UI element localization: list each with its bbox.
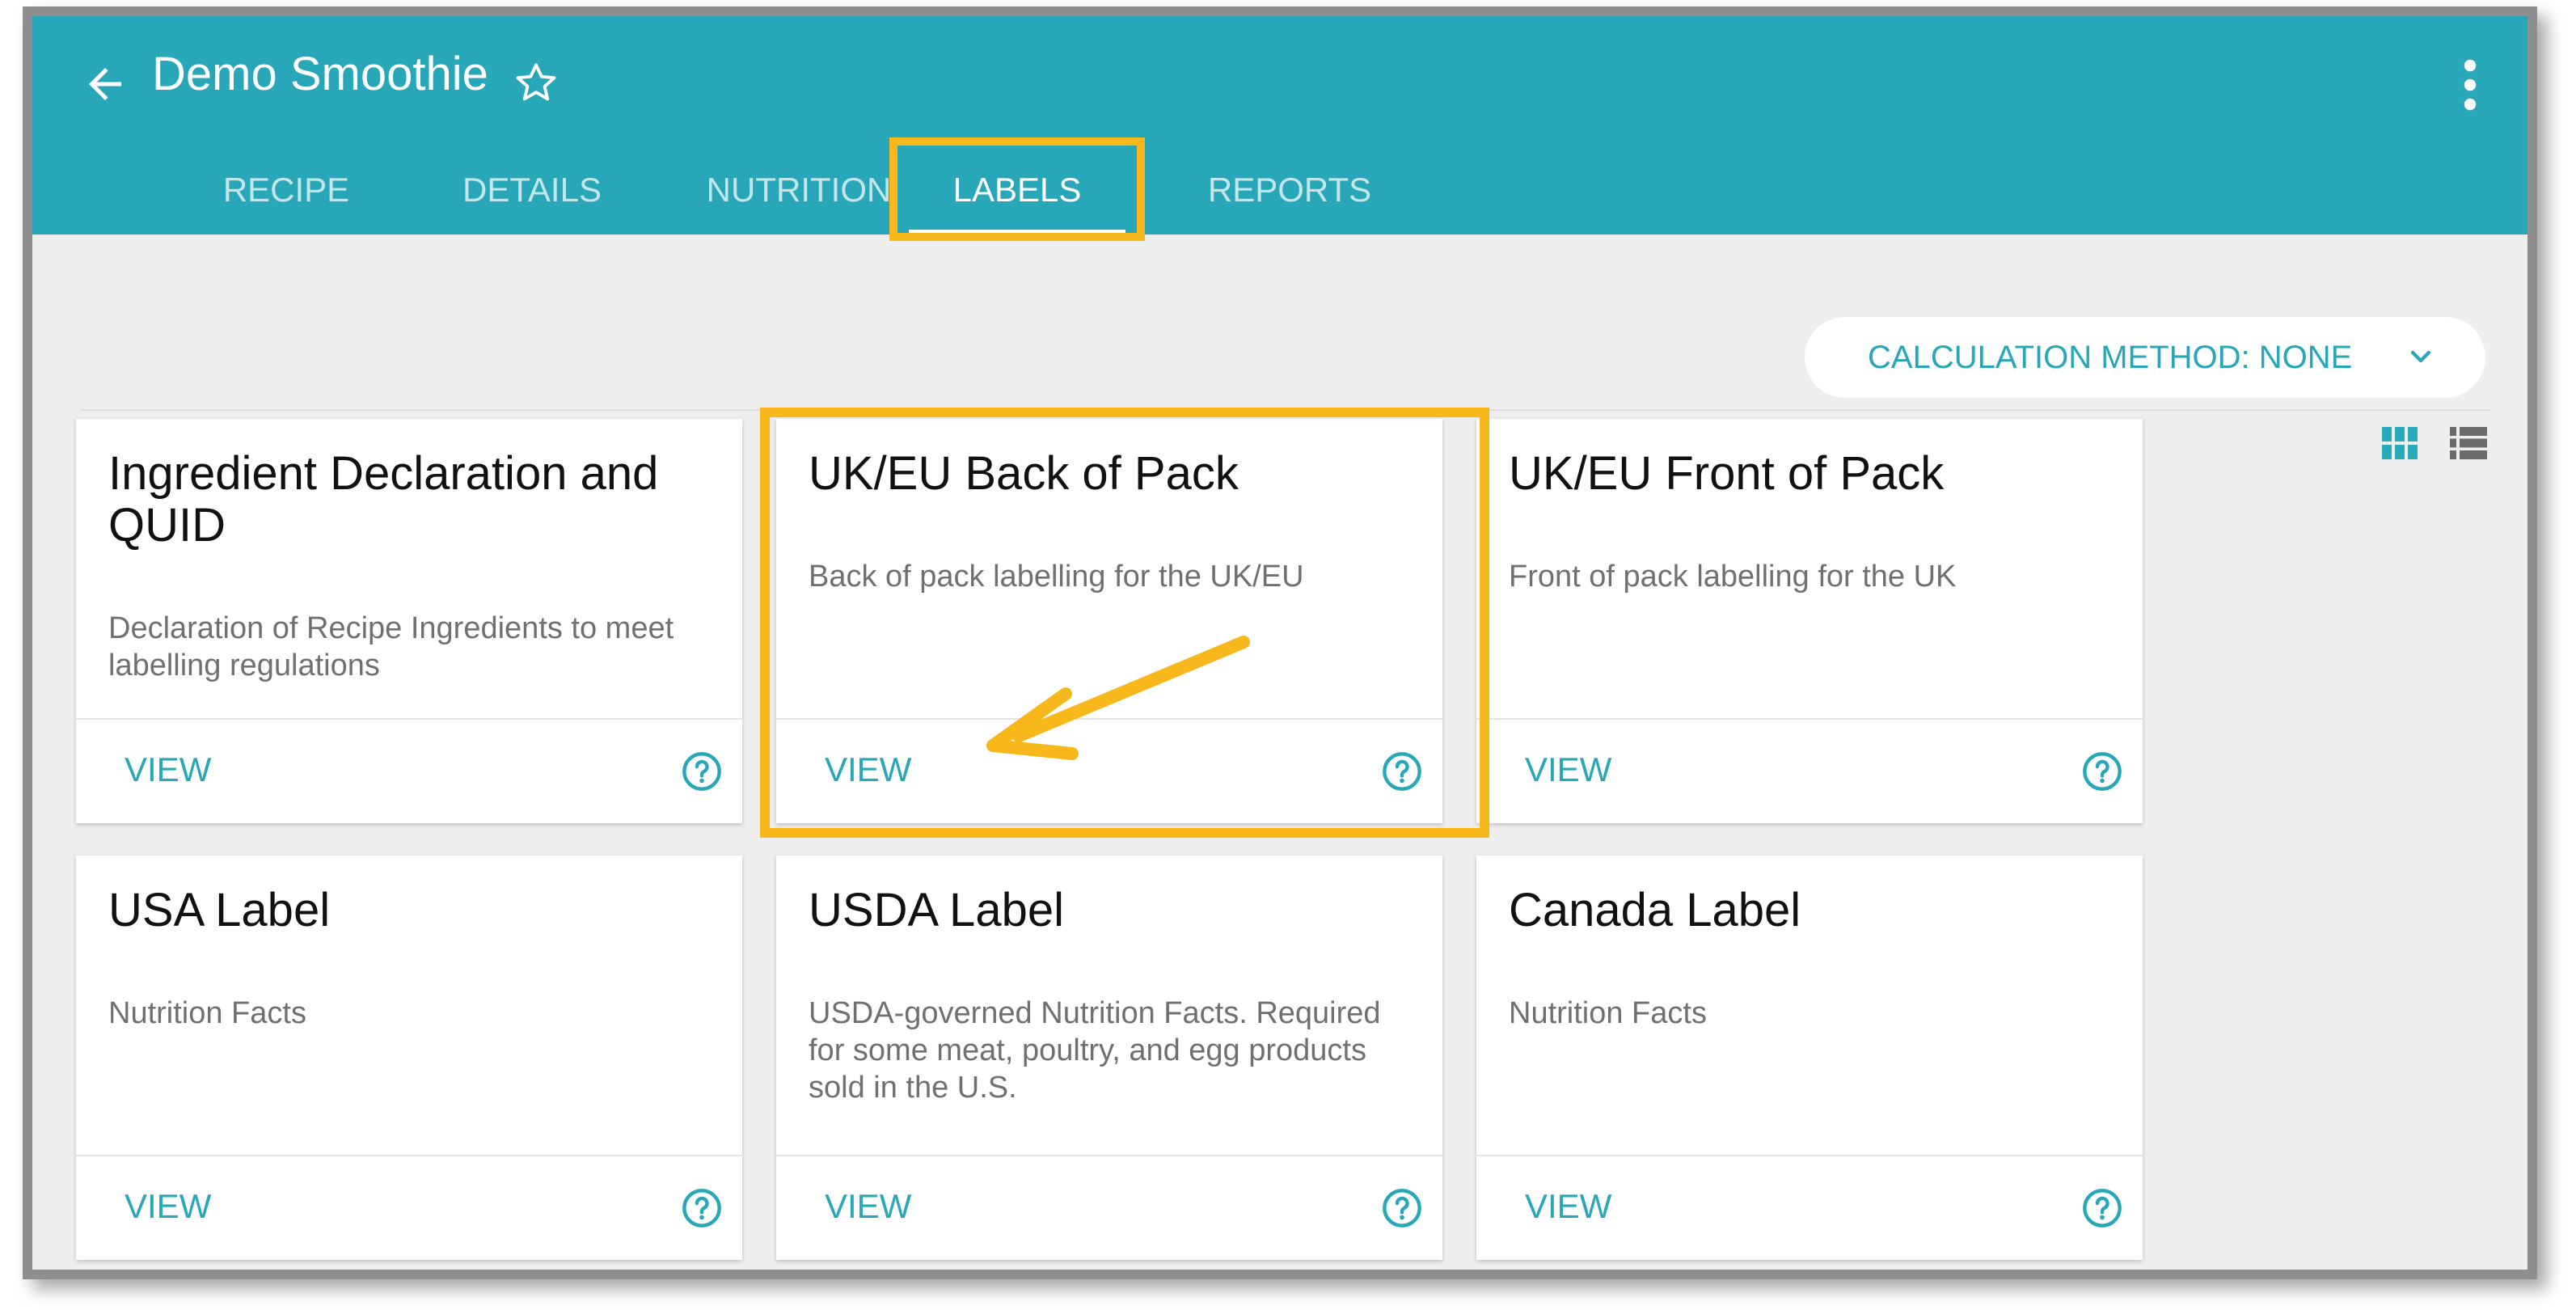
view-button[interactable]: VIEW <box>1496 737 1641 802</box>
card-description: Declaration of Recipe Ingredients to mee… <box>108 611 674 682</box>
card-description: USDA-governed Nutrition Facts. Required … <box>809 996 1381 1105</box>
label-card-uk-eu-front-of-pack: UK/EU Front of Pack Front of pack labell… <box>1476 419 2143 823</box>
card-title: USA Label <box>108 884 331 936</box>
tab-label: LABELS <box>952 171 1082 209</box>
card-title: USDA Label <box>809 884 1064 936</box>
help-circle-icon[interactable] <box>1381 750 1423 792</box>
view-button[interactable]: VIEW <box>95 1174 240 1239</box>
card-title: UK/EU Front of Pack <box>1509 447 1945 500</box>
tab-bar: RECIPE DETAILS NUTRITION LABELS REPORTS <box>32 146 2527 235</box>
list-view-icon[interactable] <box>2450 427 2487 459</box>
help-circle-icon[interactable] <box>1381 1187 1423 1229</box>
card-description: Back of pack labelling for the UK/EU <box>809 560 1304 594</box>
card-actions: VIEW <box>776 718 1442 823</box>
more-vertical-icon[interactable] <box>2458 58 2482 112</box>
star-outline-icon[interactable] <box>511 58 561 108</box>
help-circle-icon[interactable] <box>2081 750 2123 792</box>
view-button[interactable]: VIEW <box>796 1174 940 1239</box>
view-button[interactable]: VIEW <box>1496 1174 1641 1239</box>
card-title: Canada Label <box>1509 884 1801 936</box>
tab-label: DETAILS <box>462 171 602 209</box>
calculation-method-button[interactable]: CALCULATION METHOD: NONE <box>1805 317 2485 398</box>
tab-reports[interactable]: REPORTS <box>1156 146 1423 235</box>
active-tab-indicator <box>909 230 1125 235</box>
label-card-ingredient-declaration: Ingredient Declaration and QUID Declarat… <box>76 419 742 823</box>
chevron-down-icon <box>2410 350 2431 363</box>
label-card-usda: USDA Label USDA-governed Nutrition Facts… <box>776 856 1442 1260</box>
help-circle-icon[interactable] <box>681 1187 723 1229</box>
card-description: Front of pack labelling for the UK <box>1509 560 1957 594</box>
grid-view-icon[interactable] <box>2382 427 2418 459</box>
tab-label: NUTRITION <box>706 171 892 209</box>
card-actions: VIEW <box>1476 718 2143 823</box>
tab-label: RECIPE <box>222 171 350 209</box>
tab-recipe[interactable]: RECIPE <box>173 146 399 235</box>
page-title: Demo Smoothie <box>152 48 488 100</box>
tab-label: REPORTS <box>1207 171 1372 209</box>
card-actions: VIEW <box>1476 1155 2143 1260</box>
card-description: Nutrition Facts <box>1509 996 1707 1030</box>
card-actions: VIEW <box>76 1155 742 1260</box>
toolbar-divider <box>81 409 2490 411</box>
app-window: Demo Smoothie RECIPE DETAILS NUTRITION L… <box>23 6 2537 1279</box>
label-card-usa: USA Label Nutrition Facts VIEW <box>76 856 742 1260</box>
tab-labels[interactable]: LABELS <box>906 146 1129 235</box>
label-card-canada: Canada Label Nutrition Facts VIEW <box>1476 856 2143 1260</box>
tab-details[interactable]: DETAILS <box>411 146 653 235</box>
help-circle-icon[interactable] <box>681 750 723 792</box>
help-circle-icon[interactable] <box>2081 1187 2123 1229</box>
card-title: Ingredient Declaration and QUID <box>108 447 659 551</box>
app-bar: Demo Smoothie RECIPE DETAILS NUTRITION L… <box>32 16 2527 235</box>
card-description: Nutrition Facts <box>108 996 306 1030</box>
view-button[interactable]: VIEW <box>95 737 240 802</box>
tab-nutrition[interactable]: NUTRITION <box>661 146 936 235</box>
calculation-method-label: CALCULATION METHOD: NONE <box>1868 340 2353 375</box>
view-button[interactable]: VIEW <box>796 737 940 802</box>
label-card-uk-eu-back-of-pack: UK/EU Back of Pack Back of pack labellin… <box>776 419 1442 823</box>
card-title: UK/EU Back of Pack <box>809 447 1239 500</box>
card-actions: VIEW <box>76 718 742 823</box>
card-actions: VIEW <box>776 1155 1442 1260</box>
arrow-back-icon[interactable] <box>81 60 129 108</box>
